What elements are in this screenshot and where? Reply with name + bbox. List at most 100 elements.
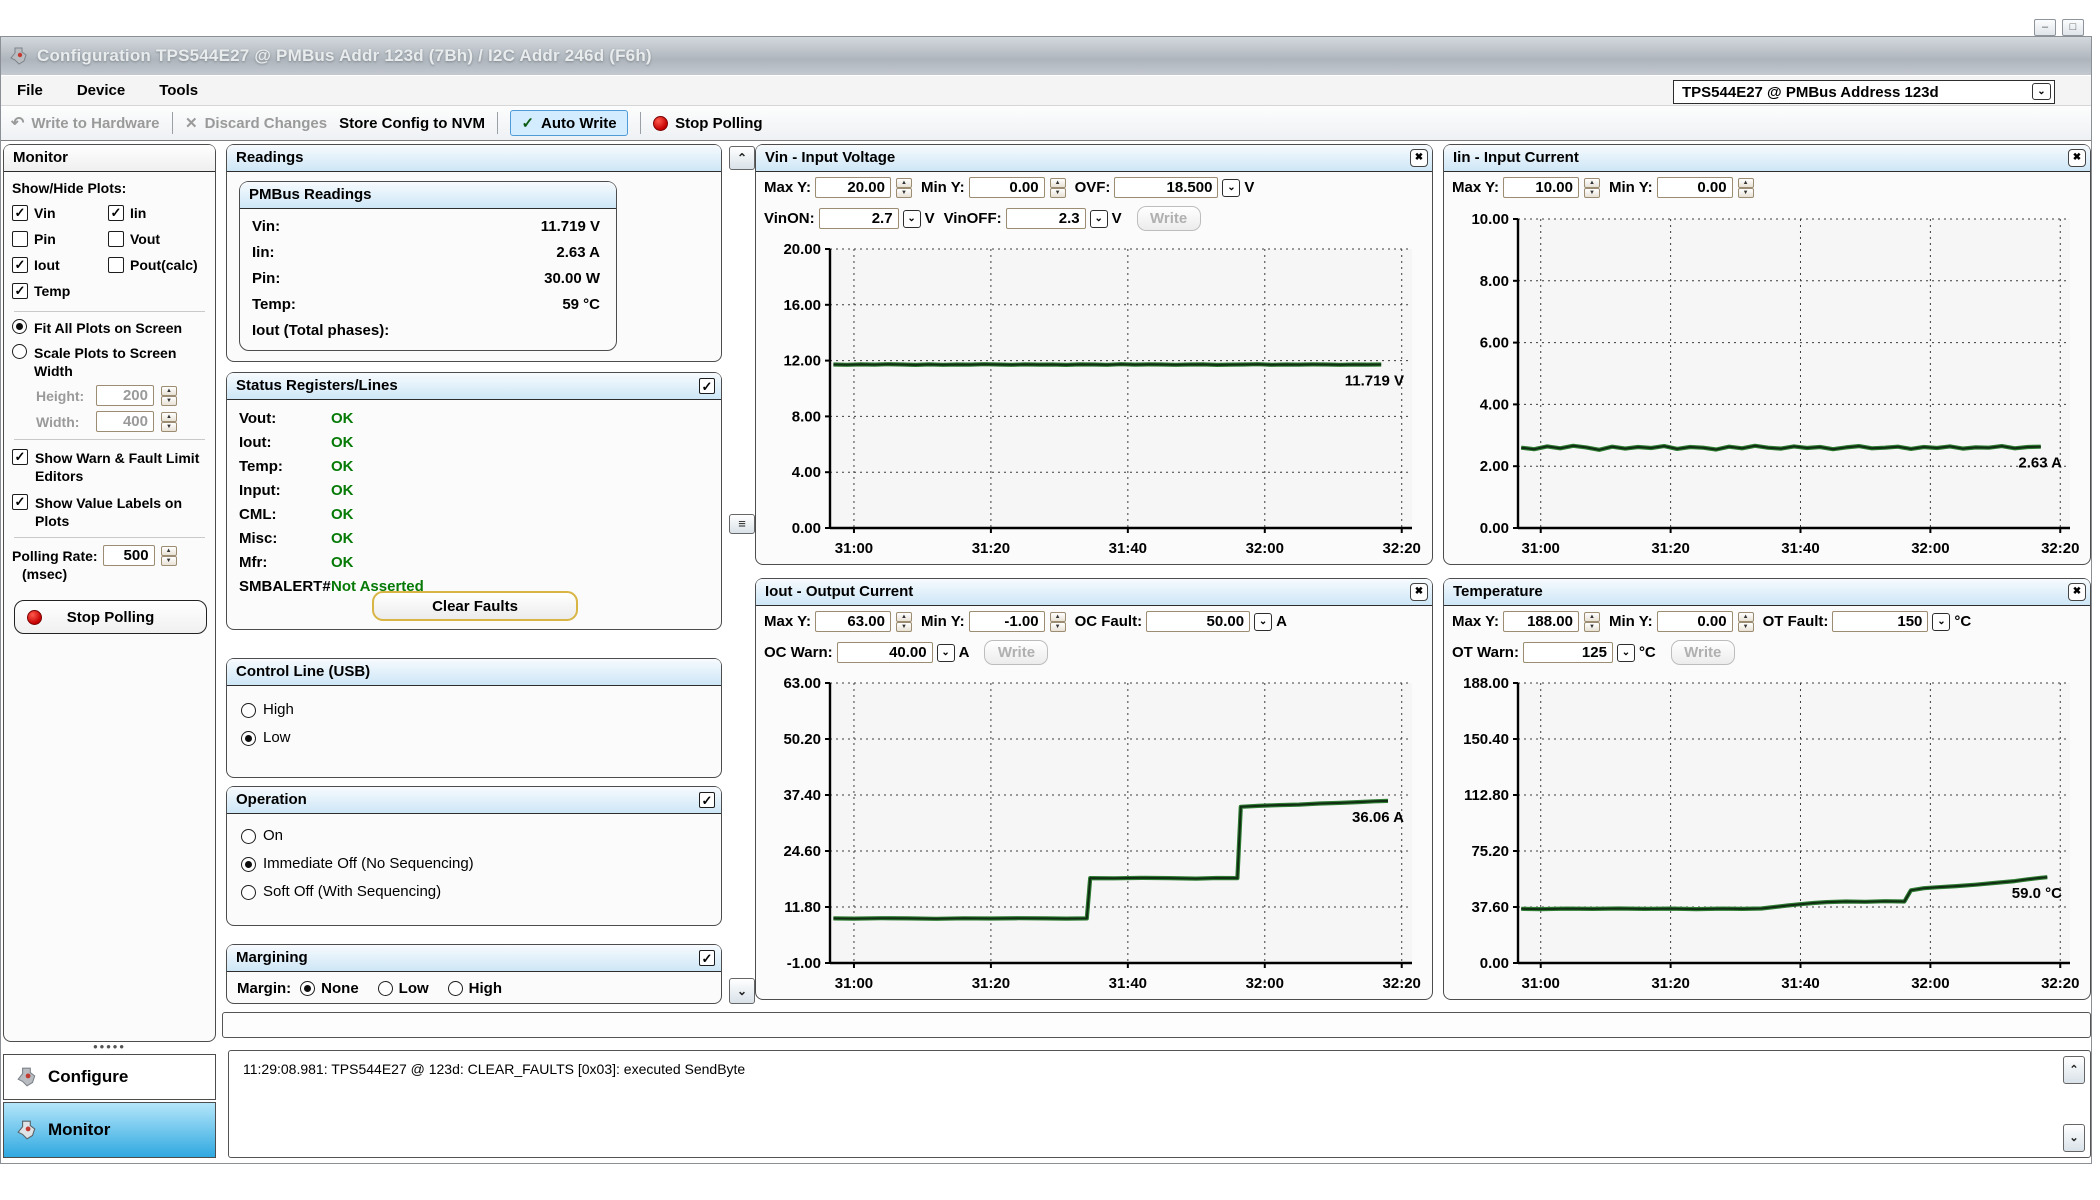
spin-down-icon[interactable]: ▼ [1584,188,1600,198]
operation-panel-checkbox[interactable]: ✓ [699,792,715,808]
plot-width-input[interactable]: 400 [96,411,154,432]
margining-panel-checkbox[interactable]: ✓ [699,950,715,966]
spin-up-icon[interactable]: ▲ [1050,178,1066,188]
margin-radio-low[interactable]: Low [378,980,429,997]
temp-ot-warn-input[interactable]: 125 [1523,642,1613,663]
vin-min-y-spinner[interactable]: ▲▼ [1050,178,1066,198]
control-line-radio-low[interactable]: Low [241,724,721,752]
spin-down-icon[interactable]: ▼ [1050,622,1066,632]
operation-radio-immediate-off-no-sequencing-[interactable]: Immediate Off (No Sequencing) [241,850,721,878]
operation-radio-soft-off-with-sequencing-[interactable]: Soft Off (With Sequencing) [241,878,721,906]
minimize-button[interactable]: – [2034,19,2056,36]
device-selector-dropdown[interactable]: TPS544E27 @ PMBus Address 123d ⌄ [1673,80,2055,104]
temp-write-button[interactable]: Write [1671,640,1735,665]
plot-width-spinner[interactable]: ▲▼ [161,412,177,432]
operation-radio-on[interactable]: On [241,822,721,850]
iout-write-button[interactable]: Write [984,640,1048,665]
iin-min-y-input[interactable]: 0.00 [1657,177,1733,198]
spin-down-icon[interactable]: ▼ [896,188,912,198]
spin-down-icon[interactable]: ▼ [1584,622,1600,632]
vin-min-y-input[interactable]: 0.00 [969,177,1045,198]
spin-up-icon[interactable]: ▲ [1738,178,1754,188]
polling-rate-input[interactable]: 500 [103,545,155,566]
spin-down-icon[interactable]: ▼ [1050,188,1066,198]
spin-down-icon[interactable]: ▼ [896,622,912,632]
vin-max-y-spinner[interactable]: ▲▼ [896,178,912,198]
vin-close-icon[interactable]: ✖ [1410,149,1428,167]
plot-checkbox-vout[interactable]: Vout [108,226,207,252]
iout-oc-warn-input[interactable]: 40.00 [837,642,933,663]
plot-height-spinner[interactable]: ▲▼ [161,386,177,406]
write-to-hardware-button[interactable]: ↶ Write to Hardware [11,113,160,133]
spin-up-icon[interactable]: ▲ [1584,612,1600,622]
plot-checkbox-pout-calc-[interactable]: Pout(calc) [108,252,207,278]
iin-max-y-spinner[interactable]: ▲▼ [1584,178,1600,198]
plot-checkbox-vin[interactable]: ✓Vin [12,200,108,226]
plot-height-input[interactable]: 200 [96,385,154,406]
temp-close-icon[interactable]: ✖ [2068,583,2086,601]
maximize-button[interactable]: □ [2062,19,2084,36]
scroll-down-button[interactable]: ⌄ [729,978,755,1004]
auto-write-toggle[interactable]: ✓ Auto Write [510,110,627,136]
spin-down-icon[interactable]: ▼ [1738,622,1754,632]
clear-faults-button[interactable]: Clear Faults [372,591,578,621]
temp-ot-warn-dropdown-icon[interactable]: ⌄ [1617,644,1635,662]
iout-oc-fault-dropdown-icon[interactable]: ⌄ [1254,613,1272,631]
iout-min-y-spinner[interactable]: ▲▼ [1050,612,1066,632]
plot-checkbox-temp[interactable]: ✓Temp [12,278,108,304]
menu-file[interactable]: File [17,82,43,99]
nav-monitor[interactable]: Monitor [3,1102,216,1158]
vin-write-button[interactable]: Write [1137,206,1201,231]
horizontal-scroll-strip[interactable] [222,1012,2091,1038]
vin-vinon-dropdown-icon[interactable]: ⌄ [903,210,921,228]
margin-radio-high[interactable]: High [448,980,502,997]
iin-max-y-input[interactable]: 10.00 [1503,177,1579,198]
store-config-nvm-button[interactable]: Store Config to NVM [339,115,485,132]
iout-close-icon[interactable]: ✖ [1410,583,1428,601]
spin-down-icon[interactable]: ▼ [1738,188,1754,198]
margin-radio-none[interactable]: None [300,980,359,997]
show-warn-fault-checkbox[interactable]: ✓ Show Warn & Fault Limit Editors [12,449,207,485]
spin-up-icon[interactable]: ▲ [896,612,912,622]
vin-vinoff-dropdown-icon[interactable]: ⌄ [1090,210,1108,228]
log-scroll-up-button[interactable]: ⌃ [2063,1056,2085,1084]
splitter-handle[interactable]: ≡ [729,514,755,534]
iout-oc-fault-input[interactable]: 50.00 [1146,611,1250,632]
iout-max-y-input[interactable]: 63.00 [815,611,891,632]
spin-up-icon[interactable]: ▲ [1050,612,1066,622]
iout-min-y-input[interactable]: -1.00 [969,611,1045,632]
iout-oc-warn-dropdown-icon[interactable]: ⌄ [937,644,955,662]
temp-max-y-input[interactable]: 188.00 [1503,611,1579,632]
stop-polling-button[interactable]: Stop Polling [14,600,207,634]
iout-max-y-spinner[interactable]: ▲▼ [896,612,912,632]
temp-min-y-spinner[interactable]: ▲▼ [1738,612,1754,632]
plot-checkbox-iin[interactable]: ✓Iin [108,200,207,226]
fit-all-plots-radio[interactable]: Fit All Plots on Screen [12,319,207,337]
plot-checkbox-iout[interactable]: ✓Iout [12,252,108,278]
scroll-up-button[interactable]: ⌃ [729,146,755,170]
show-value-labels-checkbox[interactable]: ✓ Show Value Labels on Plots [12,494,207,530]
spin-up-icon[interactable]: ▲ [1584,178,1600,188]
discard-changes-button[interactable]: ✕ Discard Changes [185,114,327,132]
menu-device[interactable]: Device [77,82,125,99]
vin-max-y-input[interactable]: 20.00 [815,177,891,198]
stop-polling-toolbar-button[interactable]: Stop Polling [653,115,763,132]
menu-tools[interactable]: Tools [159,82,198,99]
chevron-down-icon[interactable]: ⌄ [2032,83,2051,100]
temp-max-y-spinner[interactable]: ▲▼ [1584,612,1600,632]
iin-min-y-spinner[interactable]: ▲▼ [1738,178,1754,198]
polling-rate-spinner[interactable]: ▲▼ [161,546,177,566]
iin-close-icon[interactable]: ✖ [2068,149,2086,167]
spin-up-icon[interactable]: ▲ [1738,612,1754,622]
vin-ovf-dropdown-icon[interactable]: ⌄ [1222,179,1240,197]
temp-ot-fault-dropdown-icon[interactable]: ⌄ [1932,613,1950,631]
status-panel-checkbox[interactable]: ✓ [699,378,715,394]
log-scroll-down-button[interactable]: ⌄ [2063,1124,2085,1152]
vin-vinon-input[interactable]: 2.7 [819,208,899,229]
nav-configure[interactable]: Configure [3,1054,216,1100]
control-line-radio-high[interactable]: High [241,696,721,724]
vin-vinoff-input[interactable]: 2.3 [1006,208,1086,229]
scale-plots-radio[interactable]: Scale Plots to Screen Width [12,344,207,380]
temp-ot-fault-input[interactable]: 150 [1832,611,1928,632]
plot-checkbox-pin[interactable]: Pin [12,226,108,252]
